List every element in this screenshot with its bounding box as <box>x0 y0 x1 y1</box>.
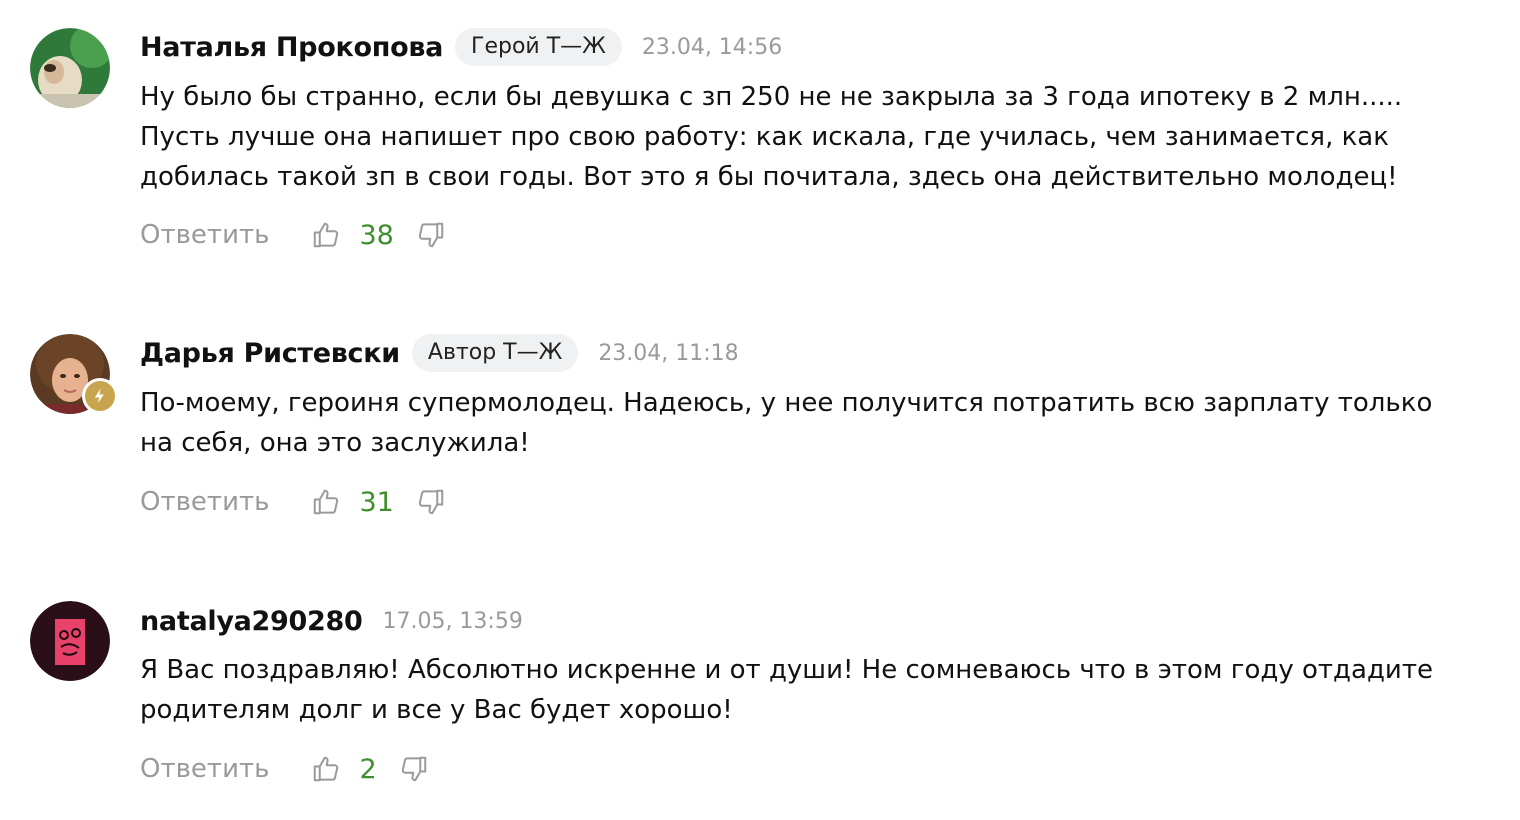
author-name[interactable]: natalya290280 <box>140 606 363 637</box>
avatar[interactable] <box>30 334 118 414</box>
thumbs-up-icon[interactable] <box>309 218 343 252</box>
comment-header: Дарья Ристевски Автор Т—Ж 23.04, 11:18 <box>140 333 739 373</box>
comment-date[interactable]: 23.04, 14:56 <box>642 35 782 60</box>
role-badge: Автор Т—Ж <box>411 334 579 372</box>
like-count: 38 <box>359 219 394 251</box>
like-count: 31 <box>359 486 394 518</box>
comment-actions: Ответить 31 <box>140 482 448 522</box>
thumbs-down-icon[interactable] <box>397 752 431 786</box>
reply-button[interactable]: Ответить <box>140 487 269 517</box>
comment-header: natalya290280 17.05, 13:59 <box>140 601 523 641</box>
comment-text: Я Вас поздравляю! Абсолютно искренне и о… <box>140 655 1433 725</box>
thumbs-up-icon[interactable] <box>309 485 343 519</box>
author-lightning-icon <box>94 388 104 404</box>
author-name[interactable]: Дарья Ристевски <box>140 338 400 369</box>
comment-actions: Ответить 2 <box>140 749 431 789</box>
author-badge <box>82 378 118 414</box>
thumbs-up-icon[interactable] <box>309 752 343 786</box>
comment-actions: Ответить 38 <box>140 215 448 255</box>
comment-header: Наталья Прокопова Герой Т—Ж 23.04, 14:56 <box>140 27 782 67</box>
comment-text: По-моему, героиня супермолодец. Надеюсь,… <box>140 388 1433 458</box>
thumbs-down-icon[interactable] <box>414 218 448 252</box>
thumbs-down-icon[interactable] <box>414 485 448 519</box>
avatar[interactable] <box>30 601 110 681</box>
comment-date[interactable]: 17.05, 13:59 <box>382 609 522 634</box>
comment-date[interactable]: 23.04, 11:18 <box>598 341 738 366</box>
role-badge: Герой Т—Ж <box>455 28 622 66</box>
author-name[interactable]: Наталья Прокопова <box>140 32 443 63</box>
avatar[interactable] <box>30 28 110 108</box>
reply-button[interactable]: Ответить <box>140 754 269 784</box>
user-avatar-pink-face-icon <box>30 601 110 681</box>
user-photo-green-icon <box>30 28 110 108</box>
comment-text: Ну было бы странно, если бы девушка с зп… <box>140 82 1403 192</box>
reply-button[interactable]: Ответить <box>140 220 269 250</box>
like-count: 2 <box>359 753 377 785</box>
